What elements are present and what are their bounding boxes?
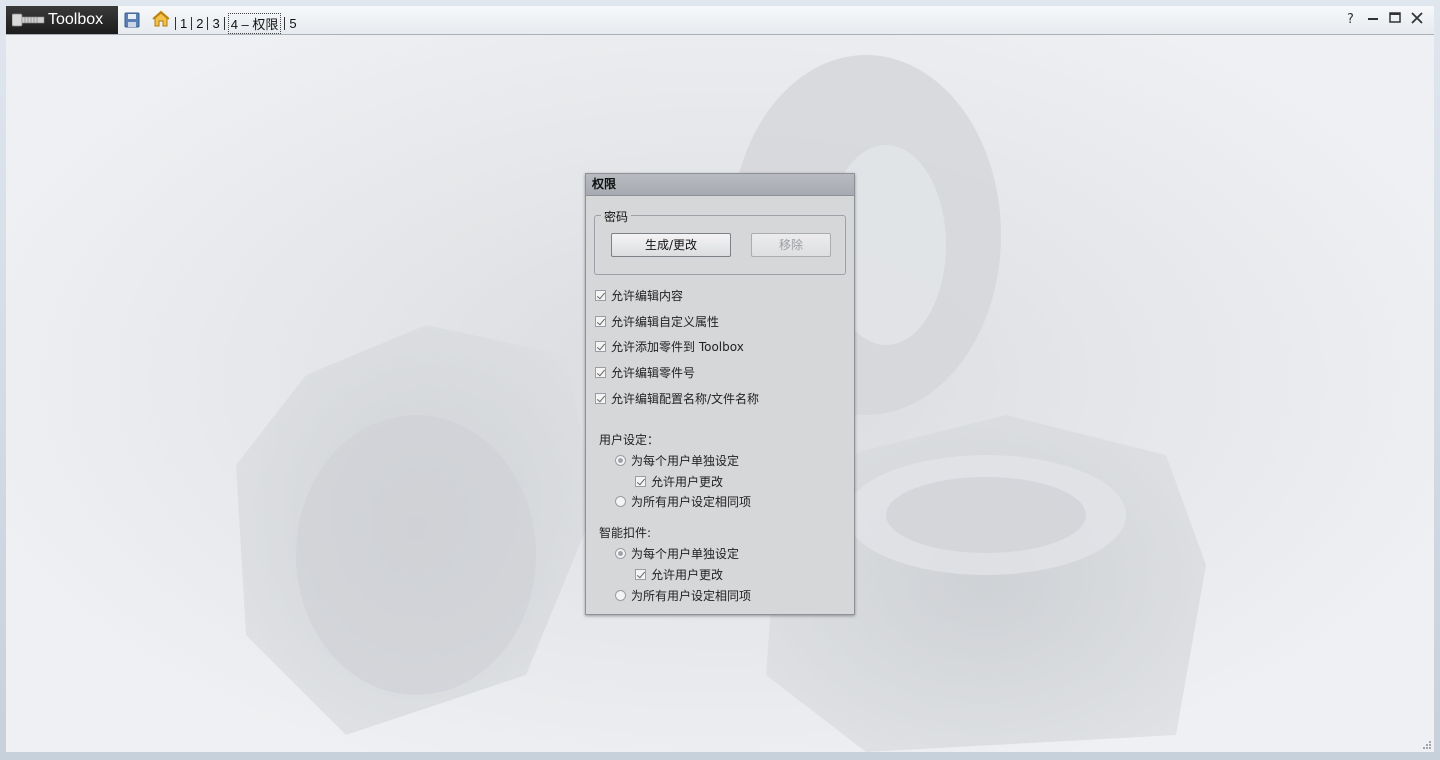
breadcrumb-item-active[interactable]: 4 – 权限 <box>227 13 282 34</box>
user-settings-label: 用户设定： <box>599 433 660 447</box>
option-allow-edit-custom-properties[interactable]: 允许编辑自定义属性 <box>595 313 719 330</box>
radio-button[interactable] <box>615 548 626 559</box>
option-label: 允许添加零件到 Toolbox <box>611 340 744 354</box>
breadcrumb-item-1[interactable]: 1 <box>179 16 188 31</box>
option-label: 允许编辑内容 <box>611 289 684 303</box>
svg-text:?: ? <box>1347 12 1354 25</box>
radio-button[interactable] <box>615 496 626 507</box>
app-title-tag: Toolbox <box>6 6 118 34</box>
app-name: Toolbox <box>48 11 104 28</box>
permissions-panel: 权限 密码 生成/更改 移除 允许编辑内容 允许编辑自定义属性 允许添加零件到 … <box>585 173 855 615</box>
option-label: 允许用户更改 <box>651 475 724 489</box>
option-label: 允许编辑自定义属性 <box>611 315 720 329</box>
checkbox[interactable] <box>595 393 606 404</box>
option-allow-edit-config-file-name[interactable]: 允许编辑配置名称/文件名称 <box>595 390 759 407</box>
option-label: 允许用户更改 <box>651 568 724 582</box>
breadcrumb-item-5[interactable]: 5 <box>288 16 297 31</box>
breadcrumb-separator <box>191 17 193 30</box>
toolbox-bolt-icon <box>12 13 45 27</box>
smart-fasteners-same-for-all-radio[interactable]: 为所有用户设定相同项 <box>615 587 751 604</box>
window-controls: ? <box>1344 11 1424 25</box>
user-settings-per-user-radio[interactable]: 为每个用户单独设定 <box>615 452 739 469</box>
breadcrumb-item-4: 4 <box>230 17 238 32</box>
password-group: 密码 生成/更改 移除 <box>594 208 846 275</box>
radio-label: 为所有用户设定相同项 <box>631 589 752 603</box>
checkbox[interactable] <box>595 341 606 352</box>
breadcrumb-item-2[interactable]: 2 <box>195 16 204 31</box>
radio-button[interactable] <box>615 590 626 601</box>
checkbox[interactable] <box>595 316 606 327</box>
radio-button[interactable] <box>615 455 626 466</box>
checkbox[interactable] <box>595 290 606 301</box>
help-icon[interactable]: ? <box>1344 11 1358 25</box>
close-icon[interactable] <box>1410 11 1424 25</box>
checkbox[interactable] <box>635 569 646 580</box>
smart-fasteners-label: 智能扣件: <box>599 526 652 540</box>
breadcrumb-separator <box>284 17 286 30</box>
breadcrumb-separator <box>223 17 225 30</box>
option-label: 允许编辑配置名称/文件名称 <box>611 392 760 406</box>
option-allow-add-parts[interactable]: 允许添加零件到 Toolbox <box>595 338 744 355</box>
content-area: 权限 密码 生成/更改 移除 允许编辑内容 允许编辑自定义属性 允许添加零件到 … <box>6 35 1434 752</box>
resize-grip-icon[interactable] <box>1422 740 1432 750</box>
minimize-icon[interactable] <box>1366 11 1380 25</box>
radio-label: 为每个用户单独设定 <box>631 547 740 561</box>
user-settings-allow-change[interactable]: 允许用户更改 <box>635 473 723 490</box>
save-icon[interactable] <box>124 12 140 28</box>
breadcrumb-separator <box>207 17 209 30</box>
option-allow-edit-content[interactable]: 允许编辑内容 <box>595 287 683 304</box>
password-group-legend: 密码 <box>601 208 632 225</box>
smart-fasteners-allow-change[interactable]: 允许用户更改 <box>635 566 723 583</box>
generate-change-button[interactable]: 生成/更改 <box>611 233 731 257</box>
breadcrumb-separator <box>175 17 176 30</box>
radio-label: 为所有用户设定相同项 <box>631 495 752 509</box>
breadcrumb-item-permissions: 权限 <box>252 17 279 32</box>
toolbox-window: Toolbox 1 2 3 4 – 权限 5 ? 权限 密码 生成/更改 移除 … <box>0 0 1440 760</box>
option-allow-edit-part-number[interactable]: 允许编辑零件号 <box>595 364 695 381</box>
radio-label: 为每个用户单独设定 <box>631 454 740 468</box>
checkbox[interactable] <box>595 367 606 378</box>
panel-title: 权限 <box>586 174 854 196</box>
breadcrumb-item-3[interactable]: 3 <box>211 16 220 31</box>
smart-fasteners-per-user-radio[interactable]: 为每个用户单独设定 <box>615 545 739 562</box>
checkbox[interactable] <box>635 476 646 487</box>
user-settings-same-for-all-radio[interactable]: 为所有用户设定相同项 <box>615 493 751 510</box>
option-label: 允许编辑零件号 <box>611 366 696 380</box>
breadcrumb: 1 2 3 4 – 权限 5 <box>172 13 298 34</box>
title-bar: Toolbox 1 2 3 4 – 权限 5 ? <box>6 6 1434 35</box>
remove-button[interactable]: 移除 <box>751 233 831 257</box>
home-icon[interactable] <box>151 10 171 28</box>
maximize-icon[interactable] <box>1388 11 1402 25</box>
